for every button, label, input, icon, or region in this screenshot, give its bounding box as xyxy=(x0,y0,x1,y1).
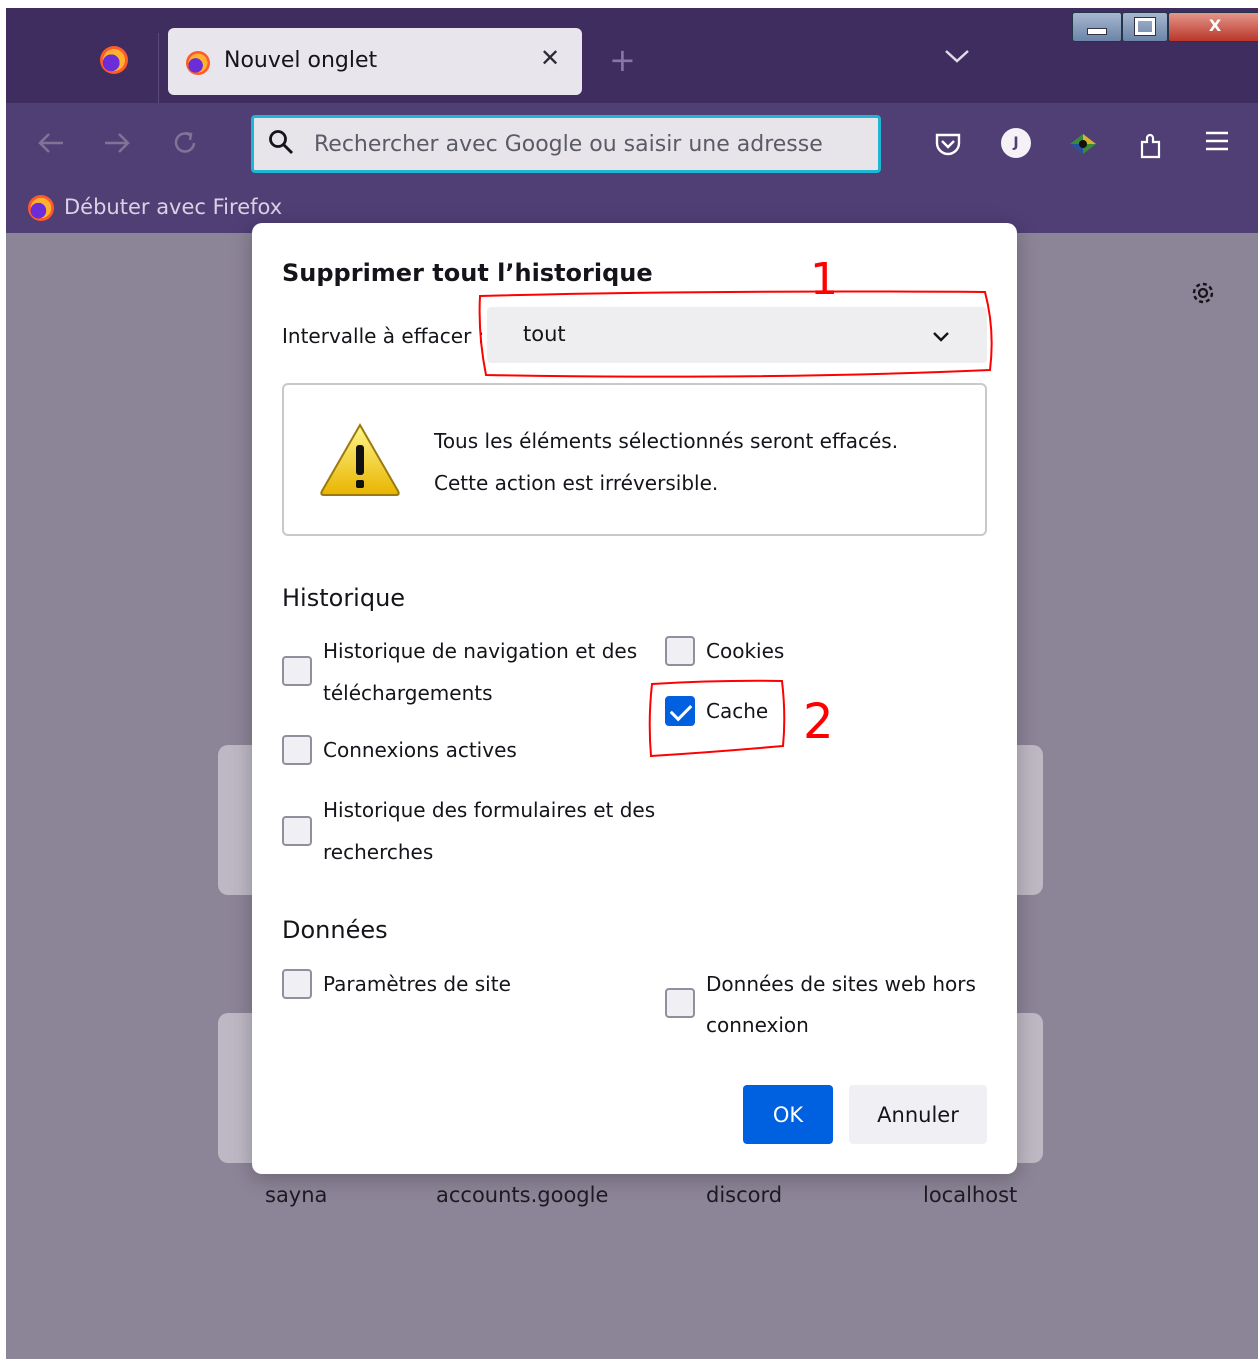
warning-text-line2: Cette action est irréversible. xyxy=(434,471,719,495)
warning-box: Tous les éléments sélectionnés seront ef… xyxy=(282,383,987,536)
dialog-title: Supprimer tout l’historique xyxy=(282,259,653,287)
tab-separator xyxy=(158,33,159,103)
top-site-label[interactable]: sayna xyxy=(265,1183,327,1207)
firefox-favicon-icon xyxy=(28,195,54,221)
back-arrow-icon[interactable] xyxy=(36,128,66,158)
navigation-history-checkbox[interactable] xyxy=(282,656,312,686)
close-window-button[interactable]: X xyxy=(1168,12,1258,42)
bookmark-label: Débuter avec Firefox xyxy=(64,195,283,219)
clear-history-dialog: Supprimer tout l’historique Intervalle à… xyxy=(252,223,1017,1174)
url-input[interactable] xyxy=(314,126,854,162)
extension-icon[interactable] xyxy=(1066,130,1100,158)
site-settings-label[interactable]: Paramètres de site xyxy=(323,964,511,1005)
cancel-button[interactable]: Annuler xyxy=(849,1085,987,1144)
hamburger-menu-icon[interactable] xyxy=(1204,130,1230,152)
cache-checkbox[interactable] xyxy=(665,696,695,726)
warning-text-line1: Tous les éléments sélectionnés seront ef… xyxy=(434,429,899,453)
data-section-title: Données xyxy=(282,916,388,944)
form-history-checkbox[interactable] xyxy=(282,816,312,846)
site-settings-checkbox[interactable] xyxy=(282,969,312,999)
url-bar[interactable] xyxy=(251,115,881,173)
range-label: Intervalle à effacer : xyxy=(282,324,485,348)
gear-icon[interactable] xyxy=(1188,278,1218,308)
offline-data-label-line2[interactable]: connexion xyxy=(706,1005,809,1046)
window-controls: X xyxy=(1072,8,1258,46)
cache-label[interactable]: Cache xyxy=(706,691,768,732)
forward-arrow-icon[interactable] xyxy=(102,128,132,158)
form-history-label-line1[interactable]: Historique des formulaires et des xyxy=(323,790,655,831)
tab-strip: Nouvel onglet ✕ + X xyxy=(6,8,1258,103)
ok-button[interactable]: OK xyxy=(743,1085,833,1144)
pocket-icon[interactable] xyxy=(934,130,962,158)
top-site-label[interactable]: accounts.google xyxy=(436,1183,608,1207)
reload-icon[interactable] xyxy=(170,128,200,158)
navigation-history-label-line1[interactable]: Historique de navigation et des xyxy=(323,631,637,672)
cookies-checkbox[interactable] xyxy=(665,636,695,666)
navigation-toolbar: J xyxy=(6,103,1258,183)
time-range-select[interactable]: tout xyxy=(487,307,987,363)
new-tab-button[interactable]: + xyxy=(609,44,636,76)
top-site-label[interactable]: discord xyxy=(706,1183,782,1207)
maximize-button[interactable] xyxy=(1122,12,1168,42)
active-connections-checkbox[interactable] xyxy=(282,735,312,765)
history-section-title: Historique xyxy=(282,584,406,612)
time-range-value: tout xyxy=(523,322,566,346)
minimize-button[interactable] xyxy=(1072,12,1122,42)
tab-new-tab[interactable]: Nouvel onglet ✕ xyxy=(168,28,582,95)
navigation-history-label-line2[interactable]: téléchargements xyxy=(323,673,493,714)
tab-close-icon[interactable]: ✕ xyxy=(540,44,560,72)
active-connections-label[interactable]: Connexions actives xyxy=(323,730,517,771)
offline-data-label-line1[interactable]: Données de sites web hors xyxy=(706,964,976,1005)
firefox-logo-icon[interactable] xyxy=(100,46,128,74)
list-all-tabs-icon[interactable] xyxy=(944,48,970,64)
chevron-down-icon xyxy=(933,332,949,342)
firefox-favicon-icon xyxy=(186,51,210,75)
tab-title: Nouvel onglet xyxy=(224,48,378,73)
account-avatar[interactable]: J xyxy=(1001,128,1031,158)
cookies-label[interactable]: Cookies xyxy=(706,631,784,672)
warning-icon xyxy=(320,422,400,496)
extensions-puzzle-icon[interactable] xyxy=(1137,130,1165,160)
top-site-label[interactable]: localhost xyxy=(923,1183,1017,1207)
offline-data-checkbox[interactable] xyxy=(665,988,695,1018)
search-icon xyxy=(269,130,294,155)
form-history-label-line2[interactable]: recherches xyxy=(323,832,433,873)
